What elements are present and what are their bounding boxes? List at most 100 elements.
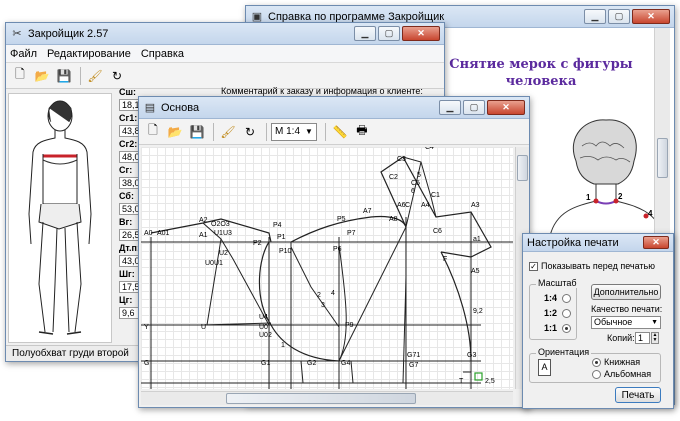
pt-G4: G4 [341, 360, 350, 367]
toolbar-separator [213, 122, 214, 141]
close-button[interactable]: ✕ [632, 9, 670, 24]
quality-value: Обычное [594, 317, 633, 327]
svg-text:2: 2 [618, 192, 623, 201]
pt-G: G [144, 360, 149, 367]
additional-button[interactable]: Дополнительно [591, 284, 661, 300]
help-heading-line2: человека [505, 74, 577, 89]
close-button[interactable]: ✕ [487, 100, 525, 115]
pattern-canvas[interactable]: A0 A01 A1 A2 O2O3 U1U3 P4 P2 P1 P10 U2 U… [141, 147, 513, 389]
printer-icon[interactable]: 🖶 [352, 122, 372, 142]
pt-U02: U02 [259, 332, 272, 339]
scale-option-1-1[interactable]: 1:1 [544, 323, 572, 333]
pt-G71: G71 [407, 352, 420, 359]
print-button[interactable]: Печать [615, 387, 661, 403]
orientation-group: Ориентация A Книжная Альбомная [529, 347, 661, 383]
maximize-button[interactable]: ▢ [378, 26, 400, 41]
base-titlebar[interactable]: ▤ Основа ▁ ▢ ✕ [139, 97, 529, 119]
ruler-icon[interactable]: 📏 [330, 122, 350, 142]
radio-icon [562, 293, 572, 303]
new-file-icon[interactable]: 🗋 [10, 66, 30, 86]
scale-option-label: 1:4 [544, 293, 558, 303]
save-icon[interactable]: 💾 [54, 66, 74, 86]
pt-C6: C6 [433, 228, 442, 235]
portrait-page-icon: A [538, 359, 551, 376]
pt-C2: C2 [389, 174, 398, 181]
canvas-horizontal-scrollbar[interactable] [141, 391, 513, 405]
svg-text:4: 4 [648, 209, 653, 218]
save-icon[interactable]: 💾 [187, 122, 207, 142]
pt-G2: G2 [307, 360, 316, 367]
scale-option-1-2[interactable]: 1:2 [544, 308, 572, 318]
pt-n25: 2,5 [485, 378, 495, 385]
scale-option-label: 1:1 [544, 323, 558, 333]
orientation-portrait[interactable]: Книжная [592, 357, 640, 367]
main-titlebar[interactable]: ✂ Закройщик 2.57 ▁ ▢ ✕ [6, 23, 444, 45]
pt-T: T [459, 378, 464, 385]
body-figure-illustration [28, 100, 92, 335]
open-folder-icon[interactable]: 📂 [32, 66, 52, 86]
copies-input[interactable]: 1 [635, 332, 650, 344]
close-button[interactable]: ✕ [402, 26, 440, 41]
pt-P6: P6 [333, 246, 342, 253]
scale-option-1-4[interactable]: 1:4 [544, 293, 572, 303]
menu-help[interactable]: Справка [141, 48, 184, 60]
pt-G3: G3 [467, 352, 476, 359]
pt-A4: A4 [421, 202, 430, 209]
brush-icon[interactable]: 🖌 [218, 122, 238, 142]
base-toolbar: 🗋 📂 💾 🖌 ↻ М 1:4 ▼ 📏 🖶 [139, 119, 529, 145]
pt-n4: 4 [331, 290, 335, 297]
help-scroll-thumb[interactable] [657, 138, 668, 178]
scale-group: Масштаб 1:4 1:2 1:1 [529, 278, 579, 340]
pt-A0: A0 [144, 230, 153, 237]
orientation-label: Альбомная [604, 369, 652, 379]
pt-P1: P1 [277, 234, 286, 241]
rotate-icon[interactable]: ↻ [240, 122, 260, 142]
pt-G7: G7 [409, 362, 418, 369]
main-menubar: Файл Редактирование Справка [6, 45, 444, 63]
pt-n3: 3 [321, 302, 325, 309]
brush-icon[interactable]: 🖌 [85, 66, 105, 86]
pt-n2: 2 [317, 292, 321, 299]
copies-stepper[interactable]: ▲ ▼ [651, 332, 659, 344]
pt-G1: G1 [261, 360, 270, 367]
pt-A5: A5 [471, 268, 480, 275]
rotate-icon[interactable]: ↻ [107, 66, 127, 86]
maximize-button[interactable]: ▢ [463, 100, 485, 115]
base-window-icon: ▤ [144, 102, 156, 114]
scale-group-label: Масштаб [536, 278, 579, 288]
scale-value: М 1:4 [275, 126, 301, 137]
pt-A01: A01 [157, 230, 170, 237]
pt-P5: P5 [337, 216, 346, 223]
help-window-title: Справка по программе Закройщик [268, 10, 445, 23]
comment-label: Комментарий к заказу и информация о клие… [221, 86, 423, 96]
radio-icon [592, 369, 601, 379]
minimize-button[interactable]: ▁ [439, 100, 461, 115]
quality-select[interactable]: Обычное ▼ [591, 316, 661, 329]
base-window: ▤ Основа ▁ ▢ ✕ 🗋 📂 💾 🖌 ↻ М 1:4 ▼ 📏 🖶 A0 … [138, 96, 530, 408]
pt-C4: C4 [425, 147, 434, 151]
help-heading-line1: Снятие мерок с фигуры [449, 57, 633, 72]
svg-text:1: 1 [586, 193, 591, 202]
canvas-vscroll-thumb[interactable] [517, 155, 528, 181]
canvas-hscroll-thumb[interactable] [226, 393, 416, 404]
show-before-print-checkbox[interactable]: ✓ Показывать перед печатью [529, 261, 655, 271]
status-text: Полуобхват груди второй [12, 348, 129, 359]
scale-select[interactable]: М 1:4 ▼ [271, 122, 317, 141]
menu-file[interactable]: Файл [10, 48, 37, 60]
minimize-button[interactable]: ▁ [354, 26, 376, 41]
pt-A3: A3 [471, 202, 480, 209]
close-button[interactable]: ✕ [643, 236, 669, 249]
new-file-icon[interactable]: 🗋 [143, 122, 163, 142]
toolbar-separator [266, 122, 267, 141]
maximize-button[interactable]: ▢ [608, 9, 630, 24]
pt-C3: C3 [397, 156, 406, 163]
minimize-button[interactable]: ▁ [584, 9, 606, 24]
print-dialog-titlebar[interactable]: Настройка печати ✕ [523, 234, 673, 252]
orientation-landscape[interactable]: Альбомная [592, 369, 651, 379]
menu-edit[interactable]: Редактирование [47, 48, 131, 60]
pt-P9: P9 [345, 322, 354, 329]
pt-U2: U2 [219, 250, 228, 257]
open-folder-icon[interactable]: 📂 [165, 122, 185, 142]
show-before-print-label: Показывать перед печатью [541, 261, 655, 271]
pt-n1: 1 [281, 342, 285, 349]
